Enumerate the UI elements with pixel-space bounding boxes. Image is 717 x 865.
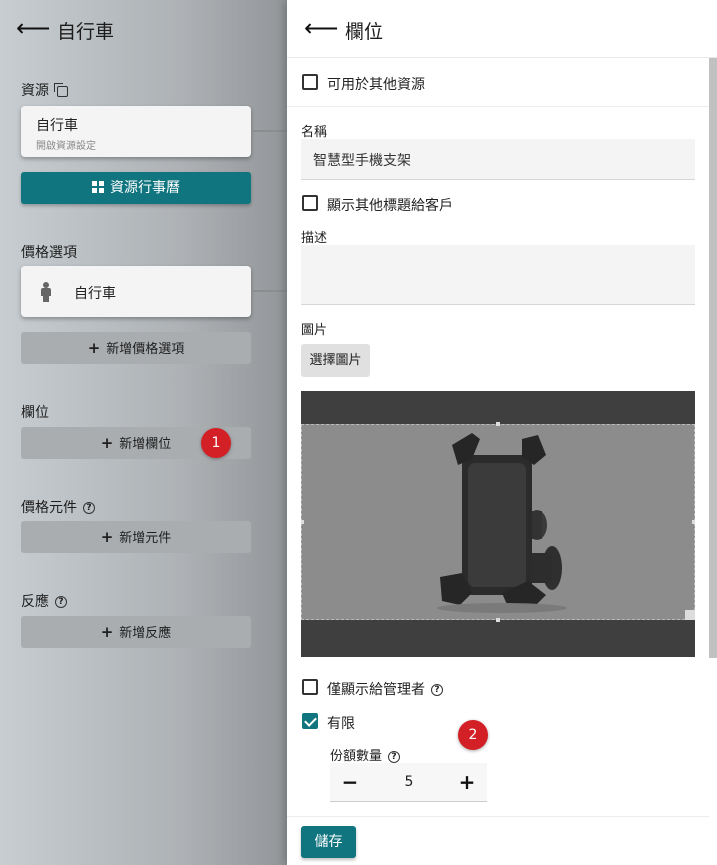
limited-checkbox[interactable] bbox=[302, 713, 318, 729]
drawer-title: 欄位 bbox=[345, 21, 384, 43]
show-other-titles-label: 顯示其他標題給客戶 bbox=[327, 198, 453, 214]
back-arrow-icon[interactable]: ⟵ bbox=[304, 14, 338, 42]
price-components-section-label: 價格元件? bbox=[21, 497, 95, 517]
add-price-option-button[interactable]: + 新增價格選項 bbox=[21, 332, 251, 364]
reactions-section-label: 反應? bbox=[21, 591, 67, 611]
available-other-resources-label: 可用於其他資源 bbox=[327, 77, 425, 93]
admin-only-text: 僅顯示給管理者 bbox=[327, 682, 425, 698]
crop-handle[interactable] bbox=[496, 422, 500, 426]
step-badge-1: 1 bbox=[201, 428, 231, 458]
show-other-titles-checkbox[interactable] bbox=[302, 195, 318, 211]
add-reaction-label: 新增反應 bbox=[119, 626, 172, 641]
scrollbar[interactable] bbox=[709, 58, 717, 658]
price-options-label: 價格選項 bbox=[21, 245, 77, 261]
quota-label: 份額數量 bbox=[330, 749, 383, 764]
quota-stepper[interactable]: − 5 + bbox=[330, 763, 487, 802]
copy-icon[interactable] bbox=[54, 82, 68, 97]
grid-icon bbox=[92, 181, 104, 193]
help-icon[interactable]: ? bbox=[431, 684, 443, 696]
phone-holder-image bbox=[437, 433, 567, 613]
divider bbox=[287, 816, 709, 817]
resource-card-subtitle: 開啟資源設定 bbox=[36, 141, 96, 152]
name-input[interactable]: 智慧型手機支架 bbox=[301, 139, 695, 180]
help-icon[interactable]: ? bbox=[55, 596, 67, 608]
plus-icon[interactable]: + bbox=[455, 769, 479, 795]
quota-value[interactable]: 5 bbox=[390, 774, 428, 790]
help-icon[interactable]: ? bbox=[388, 750, 401, 763]
crop-resize-handle[interactable] bbox=[685, 610, 695, 620]
resource-card[interactable]: 自行車 開啟資源設定 bbox=[21, 106, 251, 157]
resource-calendar-button[interactable]: 資源行事曆 bbox=[21, 172, 251, 204]
plus-icon: + bbox=[100, 434, 114, 452]
description-input[interactable] bbox=[301, 245, 695, 305]
description-label: 描述 bbox=[301, 231, 328, 246]
resources-section-label: 資源 bbox=[21, 80, 68, 100]
image-label: 圖片 bbox=[301, 323, 328, 338]
price-option-card[interactable]: 自行車 bbox=[21, 266, 251, 317]
reactions-label: 反應 bbox=[21, 594, 49, 610]
crop-handle[interactable] bbox=[496, 618, 500, 622]
add-price-option-label: 新增價格選項 bbox=[106, 342, 185, 357]
resources-label: 資源 bbox=[21, 83, 49, 99]
divider bbox=[287, 106, 709, 107]
slot-drawer: ⟵ 欄位 可用於其他資源 名稱 智慧型手機支架 顯示其他標題給客戶 描述 圖片 … bbox=[287, 0, 717, 865]
back-arrow-icon[interactable]: ⟵ bbox=[16, 14, 50, 42]
add-reaction-button[interactable]: + 新增反應 bbox=[21, 616, 251, 648]
choose-image-button[interactable]: 選擇圖片 bbox=[301, 344, 370, 377]
add-component-button[interactable]: + 新增元件 bbox=[21, 521, 251, 553]
price-components-label: 價格元件 bbox=[21, 500, 77, 516]
plus-icon: + bbox=[100, 623, 114, 641]
resource-calendar-label: 資源行事曆 bbox=[110, 180, 180, 196]
limited-label: 有限 bbox=[327, 716, 355, 732]
crop-handle[interactable] bbox=[692, 520, 695, 524]
add-slot-label: 新增欄位 bbox=[119, 437, 172, 452]
image-crop-area[interactable] bbox=[301, 391, 695, 657]
add-component-label: 新增元件 bbox=[119, 531, 172, 546]
resource-card-title: 自行車 bbox=[36, 118, 78, 134]
plus-icon: + bbox=[100, 528, 114, 546]
left-title: 自行車 bbox=[57, 21, 115, 43]
left-header: ⟵ 自行車 bbox=[0, 0, 300, 58]
plus-icon: + bbox=[87, 339, 101, 357]
help-icon[interactable]: ? bbox=[83, 502, 95, 514]
quota-label-group: 份額數量? bbox=[330, 745, 401, 764]
slots-label: 欄位 bbox=[21, 405, 49, 421]
step-badge-2: 2 bbox=[458, 720, 488, 750]
minus-icon[interactable]: − bbox=[338, 769, 362, 795]
save-button[interactable]: 儲存 bbox=[301, 826, 356, 858]
admin-only-label: 僅顯示給管理者? bbox=[327, 679, 443, 699]
left-pane: ⟵ 自行車 資源 自行車 開啟資源設定 資源行事曆 價格選項 自行車 + 新增價格… bbox=[0, 0, 300, 865]
price-option-card-title: 自行車 bbox=[74, 286, 116, 302]
crop-handle[interactable] bbox=[301, 520, 304, 524]
name-label: 名稱 bbox=[301, 125, 328, 140]
crop-selection[interactable] bbox=[301, 424, 695, 620]
available-other-resources-checkbox[interactable] bbox=[302, 74, 318, 90]
admin-only-checkbox[interactable] bbox=[302, 679, 318, 695]
drawer-header: ⟵ 欄位 bbox=[287, 0, 717, 58]
person-icon bbox=[41, 282, 51, 302]
